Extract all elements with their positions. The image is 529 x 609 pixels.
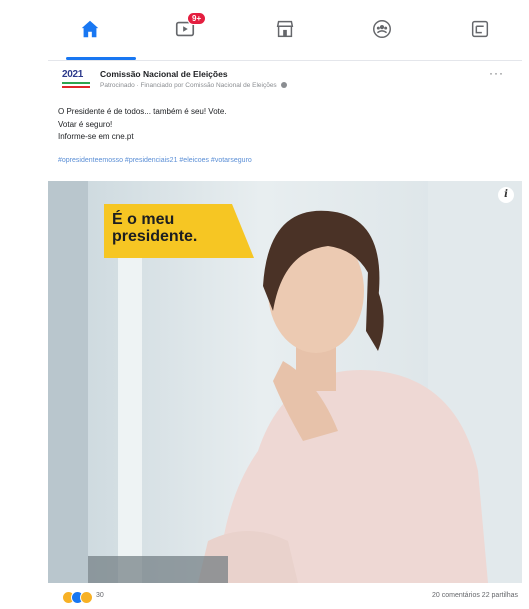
ad-info-icon[interactable]: i	[498, 187, 514, 203]
post-text: O Presidente é de todos... também é seu!…	[58, 106, 227, 144]
sponsored-text: Patrocinado · Financiado por Comissão Na…	[100, 82, 277, 89]
ad-image[interactable]: É o meu presidente. i	[48, 181, 522, 583]
gaming-icon	[471, 20, 489, 38]
banner-line: É o meu	[112, 211, 175, 228]
home-icon	[81, 20, 99, 38]
store-icon	[276, 20, 294, 38]
tab-home[interactable]	[70, 18, 110, 52]
post-footer: 30 20 comentários 22 partilhas	[48, 585, 522, 609]
post-text-line: Votar é seguro!	[58, 119, 113, 129]
logo-stripe-red	[62, 86, 90, 88]
page-name[interactable]: Comissão Nacional de Eleições	[100, 69, 228, 79]
post-text-line: Informe-se em cne.pt	[58, 132, 134, 141]
logo-text: 2021	[62, 69, 84, 80]
banner-line: presidente.	[112, 228, 198, 245]
more-options-icon[interactable]: ···	[489, 66, 504, 80]
sponsored-post: 2021 Comissão Nacional de Eleições Patro…	[48, 62, 522, 609]
top-navigation: 9+	[0, 0, 529, 60]
comments-shares-count[interactable]: 20 comentários 22 partilhas	[432, 592, 518, 599]
reactions-count[interactable]: 30	[96, 592, 104, 599]
globe-icon	[280, 82, 287, 89]
groups-icon	[373, 20, 391, 38]
tab-gaming[interactable]	[460, 18, 500, 52]
tab-watch[interactable]: 9+	[165, 12, 207, 52]
divider	[48, 60, 522, 61]
sponsored-label: Patrocinado · Financiado por Comissão Na…	[100, 82, 287, 89]
tab-marketplace[interactable]	[265, 18, 305, 52]
post-text-line: O Presidente é de todos... também é seu!…	[58, 107, 227, 116]
tab-groups[interactable]	[362, 18, 402, 52]
notification-badge: 9+	[187, 12, 207, 25]
wow-reaction-icon	[80, 591, 93, 604]
hashtags[interactable]: #opresidenteemosso #presidenciais21 #ele…	[58, 157, 252, 164]
ad-banner-text: É o meu presidente.	[112, 211, 197, 245]
page-avatar[interactable]: 2021	[62, 69, 92, 91]
logo-stripe-green	[62, 82, 90, 84]
